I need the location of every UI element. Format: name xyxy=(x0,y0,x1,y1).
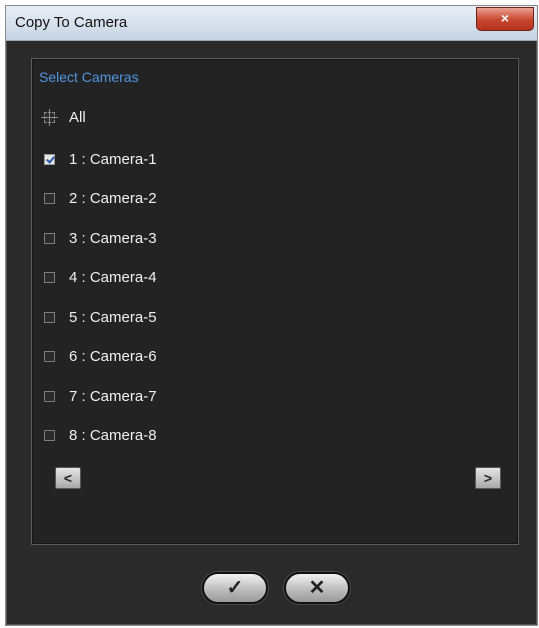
camera-row[interactable]: 4 : Camera-4 xyxy=(44,267,157,289)
scroll-left-button[interactable]: < xyxy=(55,467,81,489)
checkmark-icon: ✓ xyxy=(226,577,244,599)
camera-label: 3 : Camera-3 xyxy=(69,229,157,247)
camera-checkbox[interactable] xyxy=(44,272,55,283)
scroll-right-button[interactable]: > xyxy=(475,467,501,489)
camera-row[interactable]: 2 : Camera-2 xyxy=(44,188,157,210)
title-bar[interactable]: Copy To Camera × xyxy=(6,6,537,41)
camera-checkbox[interactable] xyxy=(44,153,55,165)
camera-checkbox[interactable] xyxy=(44,232,55,244)
camera-row[interactable]: 7 : Camera-7 xyxy=(44,385,157,407)
ok-button[interactable]: ✓ xyxy=(202,572,268,604)
dialog-title: Copy To Camera xyxy=(15,14,128,31)
camera-label: 4 : Camera-4 xyxy=(69,269,157,286)
select-all-checkbox[interactable] xyxy=(41,108,58,126)
close-icon: × xyxy=(500,10,510,26)
cancel-button[interactable]: ✕ xyxy=(284,572,350,604)
camera-label: 1 : Camera-1 xyxy=(69,150,157,168)
camera-label: 5 : Camera-5 xyxy=(69,308,157,326)
chevron-right-icon: > xyxy=(483,470,493,486)
camera-row[interactable]: 5 : Camera-5 xyxy=(44,306,157,328)
camera-checkbox[interactable] xyxy=(44,390,55,402)
camera-row[interactable]: 1 : Camera-1 xyxy=(44,148,157,170)
camera-label: 7 : Camera-7 xyxy=(69,387,157,405)
camera-selection-panel: Select Cameras All 1 : Camera-1 2 : Camer… xyxy=(31,58,519,545)
cancel-x-icon: ✕ xyxy=(308,577,326,599)
camera-label: 2 : Camera-2 xyxy=(69,190,157,207)
camera-checkbox[interactable] xyxy=(44,311,55,323)
camera-row[interactable]: 8 : Camera-8 xyxy=(44,425,157,447)
select-all-row[interactable]: All xyxy=(41,106,86,128)
select-cameras-label: Select Cameras xyxy=(39,69,139,85)
camera-row[interactable]: 6 : Camera-6 xyxy=(44,346,157,368)
close-button[interactable]: × xyxy=(476,7,534,31)
camera-label: 8 : Camera-8 xyxy=(69,427,157,444)
chevron-left-icon: < xyxy=(63,470,73,486)
camera-label: 6 : Camera-6 xyxy=(69,348,157,365)
camera-checkbox[interactable] xyxy=(44,193,55,204)
copy-to-camera-dialog: Copy To Camera × Select Cameras All 1 : … xyxy=(5,5,538,626)
camera-checkbox[interactable] xyxy=(44,351,55,362)
camera-checkbox[interactable] xyxy=(44,430,55,441)
camera-row[interactable]: 3 : Camera-3 xyxy=(44,227,157,249)
select-all-label: All xyxy=(69,108,86,126)
